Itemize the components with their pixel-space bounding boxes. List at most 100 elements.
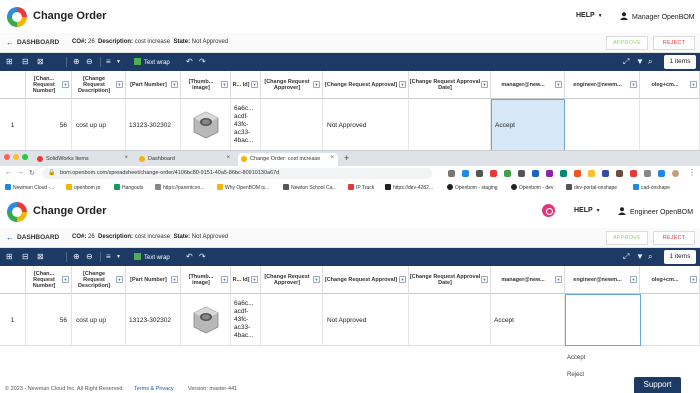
chevron-down-icon[interactable]: ▼ bbox=[399, 276, 406, 283]
bookmark-item[interactable]: Openbom - dev bbox=[511, 184, 553, 191]
chevron-down-icon[interactable]: ▼ bbox=[313, 81, 320, 88]
add-column-icon[interactable]: ⊟ bbox=[22, 57, 29, 66]
chevron-down-icon[interactable]: ▼ bbox=[555, 276, 562, 283]
request-number-cell[interactable]: 56 bbox=[26, 99, 72, 150]
chevron-down-icon[interactable]: ▼ bbox=[171, 81, 178, 88]
chevron-down-icon[interactable]: ▼ bbox=[399, 81, 406, 88]
bookmark-item[interactable]: Newton School Ca... bbox=[283, 184, 337, 191]
redo-icon[interactable]: ↷ bbox=[199, 57, 206, 66]
part-number-cell[interactable]: 13123-302302 bbox=[126, 99, 181, 150]
thumbnail-cell[interactable] bbox=[181, 99, 231, 150]
chevron-down-icon[interactable]: ▼ bbox=[555, 81, 562, 88]
new-tab-icon[interactable]: + bbox=[344, 153, 349, 163]
bookmark-item[interactable]: Openbom - staging bbox=[447, 184, 498, 191]
column-header[interactable]: [Change Request Approval Date] ▼ bbox=[409, 71, 491, 99]
dropdown-option-reject[interactable]: Reject bbox=[567, 372, 584, 378]
extension-icon[interactable] bbox=[560, 170, 567, 177]
extension-icon[interactable] bbox=[462, 170, 469, 177]
approval-cell[interactable]: Not Approved bbox=[323, 294, 409, 346]
extension-icon[interactable] bbox=[658, 170, 665, 177]
hierarchy-icon[interactable]: ⊞ bbox=[6, 57, 13, 66]
chevron-down-icon[interactable]: ▼ bbox=[116, 81, 123, 88]
extension-icon[interactable] bbox=[490, 170, 497, 177]
rid-cell[interactable]: 6a6c... acdf- 43fc- ac33- 4bac... bbox=[231, 99, 261, 150]
column-header[interactable]: [Change Request Description] ▼ bbox=[72, 71, 126, 99]
column-header[interactable]: [Part Number] ▼ bbox=[126, 71, 181, 99]
table-row[interactable]: 1 56 cost up up 13123-302302 6a6c... acd… bbox=[0, 294, 700, 346]
list-view-icon[interactable]: ≡ bbox=[106, 252, 111, 261]
text-wrap-toggle[interactable]: Text wrap bbox=[134, 253, 170, 261]
extension-icon[interactable] bbox=[588, 170, 595, 177]
close-icon[interactable]: × bbox=[226, 155, 230, 161]
extension-icon[interactable] bbox=[644, 170, 651, 177]
approve-button[interactable]: APPROVE bbox=[606, 36, 648, 50]
reload-icon[interactable]: ↻ bbox=[29, 169, 35, 177]
expand-icon[interactable]: ⤢ bbox=[623, 252, 629, 262]
chevron-down-icon[interactable]: ▼ bbox=[221, 276, 228, 283]
column-header[interactable]: [Change Request Approver] ▼ bbox=[261, 71, 323, 99]
bookmark-item[interactable]: https://dev-4282... bbox=[385, 184, 433, 191]
column-header[interactable]: [Chan... Request Number] ▼ bbox=[26, 266, 72, 294]
chevron-down-icon[interactable]: ▼ bbox=[690, 276, 697, 283]
column-header[interactable]: manager@new... ▼ bbox=[491, 71, 565, 99]
move-down-icon[interactable]: ⊖ bbox=[86, 252, 93, 261]
chevron-down-icon[interactable]: ▼ bbox=[481, 81, 488, 88]
column-header[interactable]: [Chan... Request Number] ▼ bbox=[26, 71, 72, 99]
forward-icon[interactable]: → bbox=[17, 169, 24, 176]
column-header[interactable]: [Change Request Approval Date] ▼ bbox=[409, 266, 491, 294]
browser-tab[interactable]: Dashboard × bbox=[136, 153, 234, 166]
back-arrow-icon[interactable]: ← bbox=[6, 233, 14, 242]
expand-icon[interactable]: ⤢ bbox=[623, 57, 629, 67]
browser-tab-active[interactable]: Change Order: cost increase × bbox=[238, 153, 338, 166]
column-header[interactable]: R... Id] ▼ bbox=[231, 71, 261, 99]
description-cell[interactable]: cost up up bbox=[72, 99, 126, 150]
bookmark-item[interactable]: dev-portal-onshape bbox=[566, 184, 617, 191]
url-input[interactable]: 🔒 bom.openbom.com/spreadsheet/change-orde… bbox=[42, 168, 432, 179]
part-number-cell[interactable]: 13123-302302 bbox=[126, 294, 181, 346]
extension-icon[interactable] bbox=[602, 170, 609, 177]
bookmark-item[interactable]: Why OpenBOM is... bbox=[217, 184, 269, 191]
column-header[interactable]: [Change Request Approval] ▼ bbox=[323, 266, 409, 294]
close-icon[interactable]: × bbox=[330, 155, 334, 161]
back-arrow-icon[interactable]: ← bbox=[6, 38, 14, 47]
extension-icon[interactable] bbox=[574, 170, 581, 177]
request-number-cell[interactable]: 56 bbox=[26, 294, 72, 346]
approval-date-cell[interactable] bbox=[409, 99, 491, 150]
hierarchy-icon[interactable]: ⊞ bbox=[6, 252, 13, 261]
bookmark-item[interactable]: IP Track bbox=[348, 184, 374, 191]
table-row[interactable]: 1 56 cost up up 13123-302302 6a6c... acd… bbox=[0, 99, 700, 150]
column-header[interactable]: [Thumb... image] ▼ bbox=[181, 266, 231, 294]
column-header[interactable]: R... Id] ▼ bbox=[231, 266, 261, 294]
bookmark-item[interactable]: Newman Cloud -... bbox=[5, 184, 54, 191]
extension-icon[interactable] bbox=[476, 170, 483, 177]
move-down-icon[interactable]: ⊖ bbox=[86, 57, 93, 66]
list-view-icon[interactable]: ≡ bbox=[106, 57, 111, 66]
search-icon[interactable]: ⌕ bbox=[648, 57, 652, 67]
filter-icon[interactable]: ▼ bbox=[636, 252, 644, 261]
maximize-window-icon[interactable] bbox=[22, 154, 28, 160]
chevron-down-icon[interactable]: ▼ bbox=[630, 276, 637, 283]
column-header[interactable]: oleg+cm... ▼ bbox=[640, 71, 700, 99]
extension-icon[interactable] bbox=[532, 170, 539, 177]
extension-icon[interactable] bbox=[630, 170, 637, 177]
manager-approval-cell[interactable]: Accept bbox=[491, 99, 565, 150]
notification-icon[interactable] bbox=[542, 204, 555, 217]
chevron-down-icon[interactable]: ▼ bbox=[62, 276, 69, 283]
column-header[interactable]: engineer@newm... ▼ bbox=[565, 71, 640, 99]
reject-button[interactable]: REJECT bbox=[653, 231, 695, 245]
profile-avatar[interactable] bbox=[672, 170, 679, 177]
oleg-approval-cell[interactable] bbox=[641, 294, 700, 346]
chevron-down-icon[interactable]: ▼ bbox=[481, 276, 488, 283]
add-row-icon[interactable]: ⊕ bbox=[73, 57, 80, 66]
undo-icon[interactable]: ↶ bbox=[186, 57, 193, 66]
dashboard-link[interactable]: DASHBOARD bbox=[17, 39, 59, 46]
browser-tab[interactable]: SolidWorks Items × bbox=[34, 153, 132, 166]
engineer-approval-editor[interactable] bbox=[565, 294, 641, 346]
approval-cell[interactable]: Not Approved bbox=[323, 99, 409, 150]
remove-column-icon[interactable]: ⊠ bbox=[37, 252, 44, 261]
chevron-down-icon[interactable]: ▼ bbox=[62, 81, 69, 88]
description-cell[interactable]: cost up up bbox=[72, 294, 126, 346]
add-column-icon[interactable]: ⊟ bbox=[22, 252, 29, 261]
bookmark-item[interactable]: https://parentcon... bbox=[155, 184, 204, 191]
dropdown-option-accept[interactable]: Accept bbox=[567, 355, 585, 361]
